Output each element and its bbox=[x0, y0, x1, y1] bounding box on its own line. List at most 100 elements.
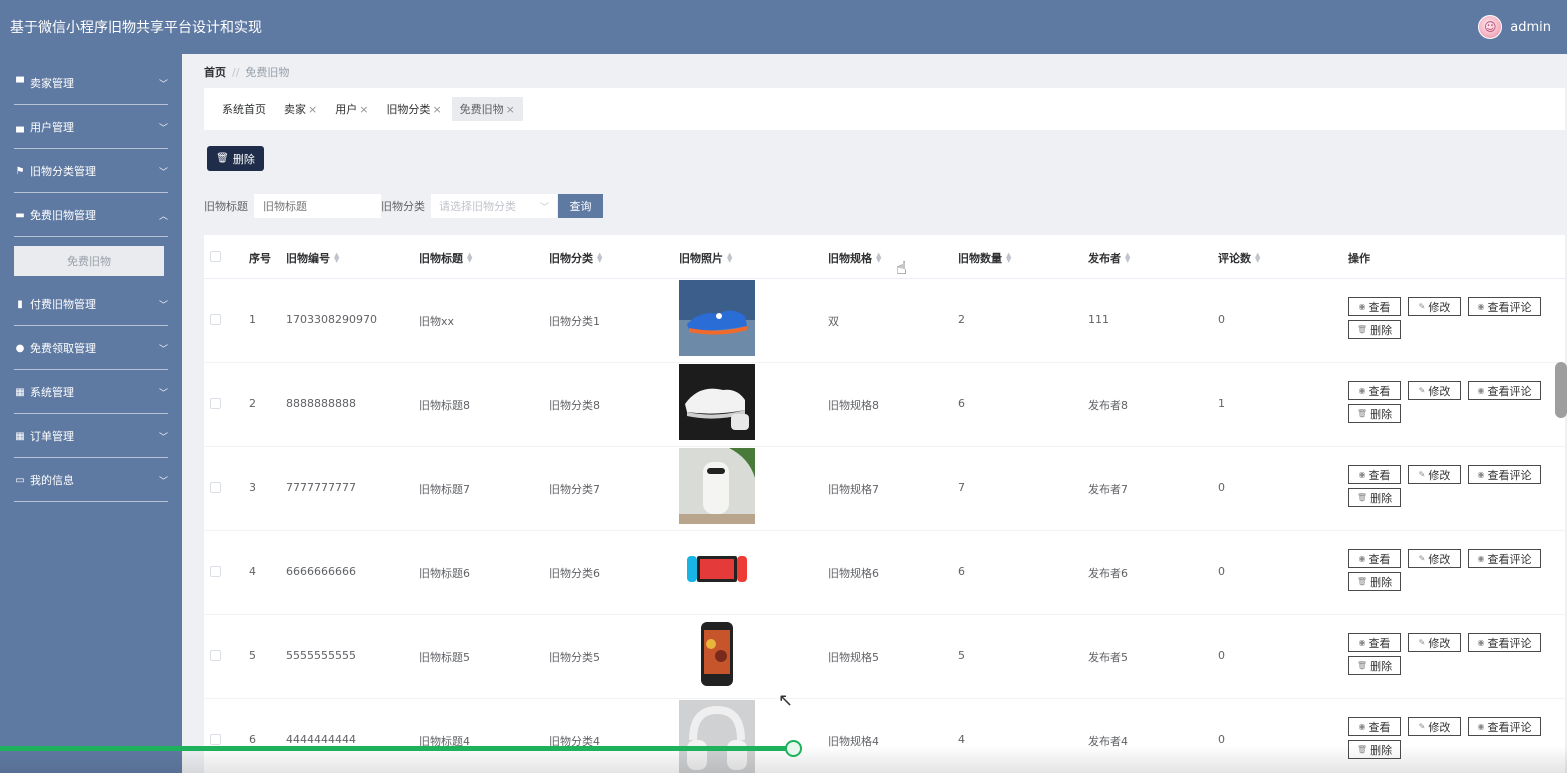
button-label: 查看评论 bbox=[1487, 636, 1532, 650]
edit-button[interactable]: ✎ 修改 bbox=[1408, 381, 1461, 400]
sort-icon[interactable]: ▲ ▼ bbox=[1255, 252, 1260, 264]
cell-comments: 1 bbox=[1218, 397, 1225, 410]
cell-code: 4444444444 bbox=[286, 733, 356, 746]
close-icon[interactable]: × bbox=[359, 103, 368, 116]
delete-button[interactable]: 🗑删除 bbox=[1348, 320, 1401, 339]
button-label: 删除 bbox=[232, 152, 255, 166]
column-header[interactable]: 评论数 ▲ ▼ bbox=[1218, 250, 1260, 266]
column-header[interactable]: 旧物照片 ▲ ▼ bbox=[679, 250, 732, 266]
button-label: 修改 bbox=[1428, 636, 1451, 650]
tags-view: 系统首页 卖家 × 用户 × 旧物分类 × 免费旧物 × bbox=[204, 88, 1565, 130]
sort-icon[interactable]: ▲ ▼ bbox=[1006, 252, 1011, 264]
sidebar-item-category-management[interactable]: ⚑ 旧物分类管理 ﹀ bbox=[0, 149, 182, 193]
column-header[interactable]: 旧物标题 ▲ ▼ bbox=[419, 250, 472, 266]
row-checkbox[interactable] bbox=[210, 314, 221, 325]
view-button[interactable]: ◉ 查看 bbox=[1348, 465, 1401, 484]
eye-icon: ◉ bbox=[1358, 302, 1366, 311]
view-comments-button[interactable]: ◉ 查看评论 bbox=[1468, 297, 1541, 316]
white-shoe-image[interactable] bbox=[679, 364, 755, 440]
view-button[interactable]: ◉ 查看 bbox=[1348, 297, 1401, 316]
edit-button[interactable]: ✎ 修改 bbox=[1408, 633, 1461, 652]
tag-user[interactable]: 用户 × bbox=[327, 97, 376, 121]
sidebar-item-free-goods-management[interactable]: ▬ 免费旧物管理 ︿ bbox=[0, 193, 182, 237]
close-icon[interactable]: × bbox=[308, 103, 317, 116]
close-icon[interactable]: × bbox=[432, 103, 441, 116]
edit-icon: ✎ bbox=[1418, 722, 1426, 731]
sort-icon[interactable]: ▲ ▼ bbox=[1125, 252, 1130, 264]
sidebar-item-free-claim-management[interactable]: ● 免费领取管理 ﹀ bbox=[0, 326, 182, 370]
view-comments-button[interactable]: ◉ 查看评论 bbox=[1468, 717, 1541, 736]
row-checkbox[interactable] bbox=[210, 650, 221, 661]
phone-image[interactable] bbox=[679, 616, 755, 692]
close-icon[interactable]: × bbox=[506, 103, 515, 116]
query-button[interactable]: 查询 bbox=[558, 194, 603, 218]
view-button[interactable]: ◉ 查看 bbox=[1348, 549, 1401, 568]
sort-icon[interactable]: ▲ ▼ bbox=[334, 252, 339, 264]
tag-free-goods[interactable]: 免费旧物 × bbox=[451, 97, 523, 121]
sidebar-item-label: 卖家管理 bbox=[30, 77, 74, 90]
delete-button[interactable]: 🗑删除 bbox=[1348, 572, 1401, 591]
tag-home[interactable]: 系统首页 bbox=[214, 97, 274, 121]
grid-icon: ▦ bbox=[15, 430, 25, 442]
sort-icon[interactable]: ▲ ▼ bbox=[727, 252, 732, 264]
sidebar-item-seller-management[interactable]: ▀ 卖家管理 ﹀ bbox=[0, 61, 182, 105]
edit-button[interactable]: ✎ 修改 bbox=[1408, 549, 1461, 568]
edit-button[interactable]: ✎ 修改 bbox=[1408, 465, 1461, 484]
username[interactable]: admin bbox=[1510, 20, 1551, 35]
sidebar-item-label: 订单管理 bbox=[30, 430, 74, 443]
game-console-image[interactable] bbox=[679, 532, 755, 608]
sort-icon[interactable]: ▲ ▼ bbox=[467, 252, 472, 264]
edit-button[interactable]: ✎ 修改 bbox=[1408, 297, 1461, 316]
user-menu[interactable]: ☺ admin bbox=[1478, 15, 1551, 39]
scrollbar-thumb[interactable] bbox=[1555, 362, 1567, 418]
sidebar-item-my-info[interactable]: ▭ 我的信息 ﹀ bbox=[0, 458, 182, 502]
button-label: 查看 bbox=[1368, 384, 1391, 398]
column-header[interactable]: 序号 bbox=[249, 250, 271, 266]
sidebar-subitem-free-goods[interactable]: 免费旧物 bbox=[14, 246, 164, 276]
cell-quantity: 4 bbox=[958, 733, 965, 746]
column-header[interactable]: 旧物分类 ▲ ▼ bbox=[549, 250, 602, 266]
column-header[interactable]: 旧物编号 ▲ ▼ bbox=[286, 250, 339, 266]
select-all-checkbox[interactable] bbox=[210, 251, 221, 262]
view-button[interactable]: ◉ 查看 bbox=[1348, 381, 1401, 400]
column-label: 旧物规格 bbox=[828, 252, 872, 265]
row-checkbox[interactable] bbox=[210, 734, 221, 745]
trash-icon: 🗑 bbox=[1356, 325, 1368, 334]
view-comments-button[interactable]: ◉ 查看评论 bbox=[1468, 633, 1541, 652]
tag-seller[interactable]: 卖家 × bbox=[276, 97, 325, 121]
view-comments-button[interactable]: ◉ 查看评论 bbox=[1468, 465, 1541, 484]
view-button[interactable]: ◉ 查看 bbox=[1348, 717, 1401, 736]
row-checkbox[interactable] bbox=[210, 398, 221, 409]
sidebar-item-paid-goods-management[interactable]: ▮ 付费旧物管理 ﹀ bbox=[0, 282, 182, 326]
sidebar-item-system-management[interactable]: ▦ 系统管理 ﹀ bbox=[0, 370, 182, 414]
title-search-input[interactable] bbox=[254, 194, 381, 218]
row-checkbox[interactable] bbox=[210, 482, 221, 493]
column-header[interactable]: 发布者 ▲ ▼ bbox=[1088, 250, 1130, 266]
sidebar-item-order-management[interactable]: ▦ 订单管理 ﹀ bbox=[0, 414, 182, 458]
sort-icon[interactable]: ▲ ▼ bbox=[597, 252, 602, 264]
column-header[interactable]: 旧物数量 ▲ ▼ bbox=[958, 250, 1011, 266]
delete-button[interactable]: 🗑删除 bbox=[1348, 404, 1401, 423]
category-select[interactable]: 请选择旧物分类 ﹀ bbox=[431, 194, 557, 218]
sneaker-image[interactable] bbox=[679, 280, 755, 356]
breadcrumb-home[interactable]: 首页 bbox=[204, 66, 226, 79]
video-progress-knob[interactable] bbox=[784, 740, 802, 757]
row-checkbox[interactable] bbox=[210, 566, 221, 577]
view-comments-button[interactable]: ◉ 查看评论 bbox=[1468, 381, 1541, 400]
button-label: 修改 bbox=[1428, 468, 1451, 482]
column-header[interactable]: 旧物规格 ▲ ▼ bbox=[828, 250, 881, 266]
sort-icon[interactable]: ▲ ▼ bbox=[876, 252, 881, 264]
avatar[interactable]: ☺ bbox=[1478, 15, 1503, 39]
chevron-down-icon: ﹀ bbox=[158, 388, 168, 399]
delete-button[interactable]: 🗑删除 bbox=[1348, 488, 1401, 507]
view-button[interactable]: ◉ 查看 bbox=[1348, 633, 1401, 652]
sidebar-item-user-management[interactable]: ▄ 用户管理 ﹀ bbox=[0, 105, 182, 149]
eye-icon: ◉ bbox=[1477, 386, 1485, 395]
button-label: 查看 bbox=[1368, 300, 1391, 314]
edit-button[interactable]: ✎ 修改 bbox=[1408, 717, 1461, 736]
tag-category[interactable]: 旧物分类 × bbox=[378, 97, 449, 121]
batch-delete-button[interactable]: 🗑 删除 bbox=[207, 146, 264, 171]
view-comments-button[interactable]: ◉ 查看评论 bbox=[1468, 549, 1541, 568]
delete-button[interactable]: 🗑删除 bbox=[1348, 656, 1401, 675]
air-purifier-image[interactable] bbox=[679, 448, 755, 524]
